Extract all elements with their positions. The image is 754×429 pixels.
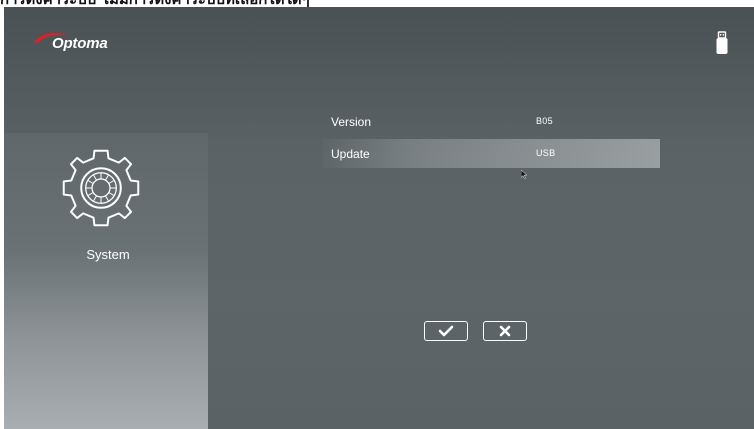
usb-drive-icon [716,31,728,54]
menu-item-version[interactable]: Version B05 [322,107,660,136]
close-icon [499,325,511,337]
mouse-pointer-icon [521,170,528,179]
brand-name: Optoma [52,35,108,52]
menu-item-value: USB [536,148,556,158]
menu-item-label: Version [331,115,372,129]
menu-item-update[interactable]: Update USB [322,139,660,168]
confirm-button[interactable] [424,321,468,341]
cancel-button[interactable] [483,321,527,341]
check-icon [438,325,454,337]
menu-item-label: Update [331,147,370,161]
sidebar: System [4,133,208,429]
menu-item-value: B05 [536,116,553,126]
brand-logo: Optoma [32,31,132,53]
sidebar-label-system: System [86,247,130,262]
projector-osd: Optoma System Version B05 Update USB [4,7,754,429]
gear-icon [62,149,140,227]
